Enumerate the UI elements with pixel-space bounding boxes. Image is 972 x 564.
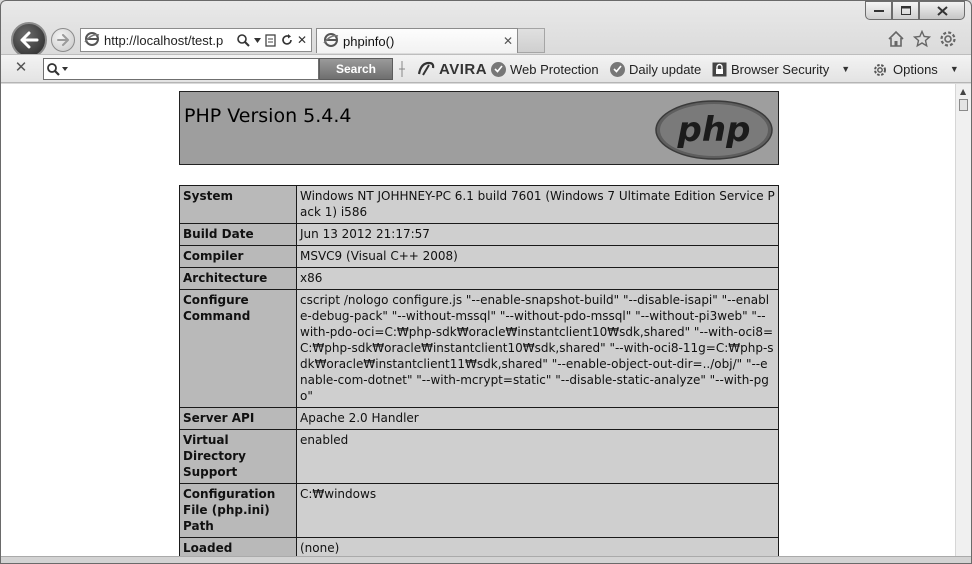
tab-phpinfo[interactable]: phpinfo() ✕ [316,28,518,53]
options-label: Options [893,61,938,77]
row-value: Windows NT JOHHNEY-PC 6.1 build 7601 (Wi… [296,185,779,224]
gear-icon [874,63,886,76]
minimize-icon [873,9,884,12]
forward-arrow-icon [57,34,69,46]
toolbar-close-icon[interactable]: ✕ [13,60,29,76]
scroll-up-icon[interactable]: ▲ [960,87,966,96]
row-key: Server API [179,407,297,430]
maximize-icon [900,6,911,15]
row-value: MSVC9 (Visual C++ 2008) [296,245,779,268]
table-row: System Windows NT JOHHNEY-PC 6.1 build 76… [179,185,779,224]
address-bar[interactable]: http://localhost/test.p ✕ [80,28,312,52]
lock-icon [712,62,727,76]
home-icon[interactable] [887,30,905,48]
table-row: Architecture x86 [179,267,779,290]
row-value: cscript /nologo configure.js "--enable-s… [296,289,779,408]
row-key: Architecture [179,267,297,290]
table-row: Configure Command cscript /nologo configu… [179,289,779,408]
browser-security-menu[interactable]: Browser Security ▼ [712,58,850,80]
dropdown-arrow-icon[interactable] [62,67,68,71]
stop-icon[interactable]: ✕ [297,33,307,47]
daily-update-item[interactable]: Daily update [610,58,701,80]
row-value: x86 [296,267,779,290]
toolbar-search-input[interactable] [70,60,318,78]
status-bar [1,556,971,563]
avira-umbrella-icon [417,61,435,76]
row-key: Virtual Directory Support [179,429,297,484]
scrollbar-thumb[interactable] [959,99,968,111]
options-menu[interactable]: Options ▼ [872,58,959,80]
address-url[interactable]: http://localhost/test.p [102,33,233,48]
toolbar-search-button[interactable]: Search [319,58,393,80]
browser-right-icons [887,29,957,48]
compatibility-view-icon[interactable] [265,33,277,47]
gear-icon[interactable] [939,30,957,48]
row-key: Configure Command [179,289,297,408]
row-key: System [179,185,297,224]
table-row: Server API Apache 2.0 Handler [179,407,779,430]
vertical-scrollbar[interactable]: ▲ [955,84,971,556]
address-tools: ✕ [233,33,311,47]
row-value: C:₩windows [296,483,779,538]
window-controls [865,1,965,20]
browser-window: http://localhost/test.p ✕ phpinfo() ✕ ✕ [0,0,972,564]
row-value: Jun 13 2012 21:17:57 [296,223,779,246]
row-key: Build Date [179,223,297,246]
page-title: PHP Version 5.4.4 [184,105,352,127]
web-protection-label: Web Protection [510,61,599,77]
php-version-header: PHP Version 5.4.4 php [179,91,779,165]
chevron-down-icon: ▼ [949,64,959,74]
forward-button[interactable] [51,28,75,52]
table-row: Build Date Jun 13 2012 21:17:57 [179,223,779,246]
row-key: Compiler [179,245,297,268]
web-protection-item[interactable]: Web Protection [491,58,599,80]
favorites-star-icon[interactable] [912,29,932,48]
refresh-icon[interactable] [281,34,293,46]
php-logo-text: php [677,110,751,150]
row-value: (none) [296,537,779,556]
php-logo: php [655,100,773,160]
row-key: Loaded Configuration File [179,537,297,556]
toolbar-grip-icon[interactable] [397,61,407,77]
close-icon [936,5,948,16]
back-button[interactable] [11,22,47,58]
table-row: Configuration File (php.ini) Path C:₩wind… [179,483,779,538]
daily-update-label: Daily update [629,61,702,77]
row-value: Apache 2.0 Handler [296,407,779,430]
table-row: Virtual Directory Support enabled [179,429,779,484]
page-content[interactable]: PHP Version 5.4.4 php System Windows NT J… [1,84,955,556]
browser-security-label: Browser Security [731,61,830,77]
avira-toolbar: ✕ Search AVIRA Web Protection Daily upda… [1,54,971,83]
search-icon[interactable] [237,33,250,47]
search-icon[interactable] [44,62,70,76]
check-icon [610,61,625,77]
back-arrow-icon [20,31,39,49]
close-window-button[interactable] [919,1,965,20]
tab-close-icon[interactable]: ✕ [499,34,517,48]
ie-page-icon [323,32,341,51]
table-row: Compiler MSVC9 (Visual C++ 2008) [179,245,779,268]
row-value: enabled [296,429,779,484]
toolbar-search-box [43,58,319,80]
new-tab-button[interactable] [518,28,545,53]
minimize-button[interactable] [865,1,892,20]
chevron-down-icon: ▼ [841,64,851,74]
avira-brand-text: AVIRA [439,60,488,78]
avira-logo[interactable]: AVIRA [417,58,487,80]
dropdown-arrow-icon[interactable] [253,37,261,43]
maximize-button[interactable] [892,1,919,20]
check-icon [491,61,506,77]
tab-title: phpinfo() [343,33,395,49]
table-row: Loaded Configuration File(none) [179,537,779,556]
php-info-table: System Windows NT JOHHNEY-PC 6.1 build 76… [179,185,779,556]
row-key: Configuration File (php.ini) Path [179,483,297,538]
ie-page-icon [84,31,102,50]
